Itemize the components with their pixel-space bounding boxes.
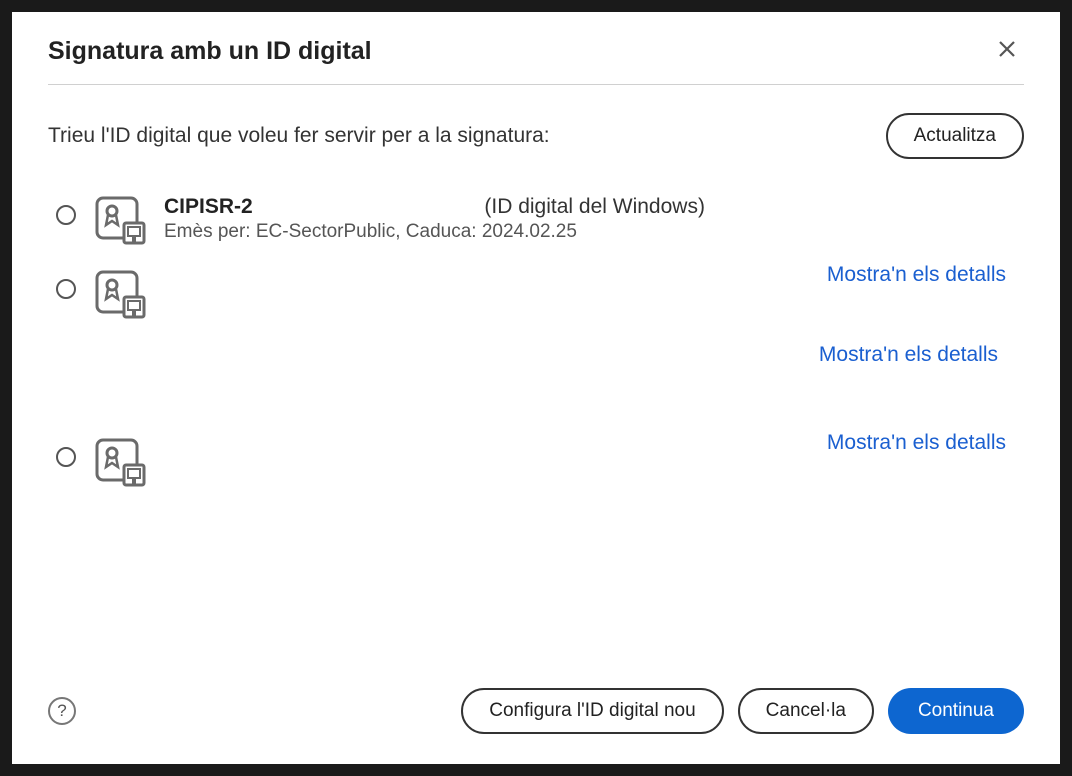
footer-left: ? [48,697,76,725]
digital-id-signature-dialog: Signatura amb un ID digital Trieu l'ID d… [12,12,1060,764]
close-button[interactable] [990,34,1024,68]
certificate-suffix: (ID digital del Windows) [484,195,705,218]
redacted-block [94,343,684,403]
configure-new-id-button[interactable]: Configura l'ID digital nou [461,688,723,734]
certificate-list-container: CIPISR-2 (ID digital del Windows) Emès p… [48,183,1024,664]
help-button[interactable]: ? [48,697,76,725]
dialog-title: Signatura amb un ID digital [48,37,372,66]
dialog-header: Signatura amb un ID digital [12,12,1060,84]
certificate-row[interactable]: Mostra'n els detalls [48,425,1018,499]
help-icon: ? [57,701,66,721]
dialog-content: Trieu l'ID digital que voleu fer servir … [12,85,1060,664]
refresh-button[interactable]: Actualitza [886,113,1024,159]
certificate-radio[interactable] [56,205,76,225]
instruction-row: Trieu l'ID digital que voleu fer servir … [48,113,1024,159]
certificate-row[interactable]: CIPISR-2 (ID digital del Windows) Emès p… [48,183,1018,257]
instruction-text: Trieu l'ID digital que voleu fer servir … [48,124,550,148]
cancel-button[interactable]: Cancel·la [738,688,874,734]
show-details-link[interactable]: Mostra'n els detalls [827,263,1006,287]
continue-button[interactable]: Continua [888,688,1024,734]
certificate-row-redacted: Mostra'n els detalls [48,331,1018,425]
certificate-icon [94,269,146,319]
certificate-issuer: Emès per: EC-SectorPublic, Caduca: 2024.… [164,221,1010,243]
certificate-icon [94,195,146,245]
certificate-radio[interactable] [56,447,76,467]
certificate-info: CIPISR-2 (ID digital del Windows) Emès p… [164,195,1010,243]
show-details-link[interactable]: Mostra'n els detalls [827,431,1006,455]
certificate-list-scroll[interactable]: CIPISR-2 (ID digital del Windows) Emès p… [48,183,1024,543]
certificate-radio[interactable] [56,279,76,299]
footer-right: Configura l'ID digital nou Cancel·la Con… [461,688,1024,734]
show-details-link[interactable]: Mostra'n els detalls [819,343,998,367]
certificate-icon [94,437,146,487]
certificate-title: CIPISR-2 (ID digital del Windows) [164,195,1010,219]
certificate-name: CIPISR-2 [164,195,253,218]
certificate-row[interactable]: Mostra'n els detalls [48,257,1018,331]
close-icon [998,40,1016,58]
dialog-footer: ? Configura l'ID digital nou Cancel·la C… [12,664,1060,764]
